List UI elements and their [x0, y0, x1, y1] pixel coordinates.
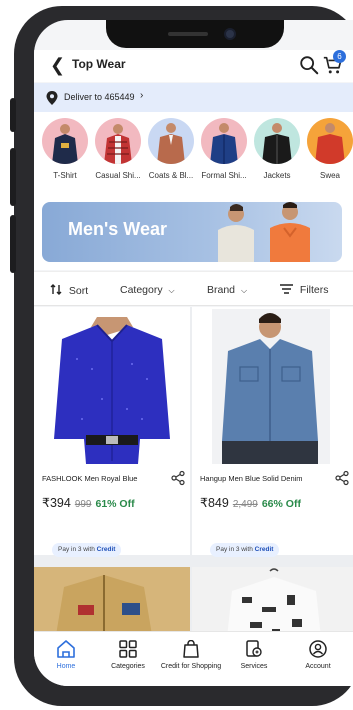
- sort-icon: [50, 284, 62, 295]
- product-image: [192, 567, 353, 637]
- cart-count-badge: 6: [333, 50, 346, 63]
- delivery-location-bar[interactable]: Deliver to 465449 ›: [34, 83, 353, 112]
- category-strip: T-Shirt Casual Shi... Coats & Bl... Form…: [34, 112, 353, 190]
- services-icon: [246, 640, 262, 657]
- product-grid: FASHLOOK Men Royal Blue ₹394 999 61% Off P…: [34, 307, 353, 637]
- category-image: [307, 118, 353, 164]
- nav-item-categories[interactable]: Categories: [96, 640, 160, 670]
- product-price-row: ₹394 999 61% Off: [42, 494, 135, 512]
- product-image: [212, 309, 330, 464]
- credit-brand: Credit: [254, 546, 274, 553]
- app-header: ❮ Top Wear 6: [34, 50, 353, 82]
- category-item-jackets[interactable]: Jackets: [250, 118, 304, 180]
- category-label: Coats & Bl...: [148, 171, 194, 180]
- original-price: 2,499: [232, 499, 258, 510]
- sort-label: Sort: [68, 285, 89, 297]
- mens-wear-banner[interactable]: Men's Wear: [42, 202, 342, 262]
- pay-later-text: Pay in 3 with: [216, 546, 253, 553]
- page-title: Top Wear: [72, 57, 126, 71]
- banner-models-image: [218, 202, 310, 262]
- category-image: [254, 118, 300, 164]
- category-filter-label: Category: [120, 284, 163, 296]
- nav-item-services[interactable]: Services: [222, 640, 286, 670]
- product-name: FASHLOOK Men Royal Blue: [42, 474, 138, 483]
- notch: [106, 20, 284, 48]
- account-icon: [309, 640, 327, 658]
- category-label: Swea: [319, 171, 340, 180]
- selling-price: ₹849: [200, 496, 229, 510]
- side-button: [10, 148, 16, 206]
- pay-later-badge[interactable]: Pay in 3 with Credit: [52, 543, 122, 557]
- category-image: [42, 118, 88, 164]
- search-icon[interactable]: [298, 54, 320, 76]
- pay-later-badge[interactable]: Pay in 3 with Credit: [210, 543, 280, 557]
- categories-icon: [119, 640, 137, 658]
- chevron-down-icon: ⌵: [168, 286, 175, 295]
- home-icon: [57, 640, 75, 658]
- product-card[interactable]: FASHLOOK Men Royal Blue ₹394 999 61% Off P…: [34, 307, 190, 557]
- product-card[interactable]: [192, 567, 353, 637]
- product-image: [42, 309, 182, 464]
- category-item-tshirt[interactable]: T-Shirt: [38, 118, 92, 180]
- filter-bar: Sort Category ⌵ Brand ⌵ Filters: [34, 271, 353, 306]
- nav-label: Credit for Shopping: [160, 663, 222, 670]
- category-label: T-Shirt: [53, 171, 77, 180]
- category-image: [95, 118, 141, 164]
- category-label: Formal Shi...: [201, 171, 247, 180]
- category-label: Jackets: [263, 171, 291, 180]
- banner-title: Men's Wear: [68, 219, 167, 239]
- nav-item-account[interactable]: Account: [286, 640, 350, 670]
- banner-section: Men's Wear: [34, 190, 353, 270]
- filters-button[interactable]: Filters: [280, 284, 329, 296]
- side-button: [10, 215, 16, 273]
- share-icon[interactable]: [170, 470, 186, 486]
- chevron-right-icon: ›: [140, 90, 144, 101]
- nav-item-home[interactable]: Home: [34, 640, 98, 670]
- bottom-navigation: Home Categories Credit for Shopping Serv…: [34, 631, 353, 686]
- brand-filter-dropdown[interactable]: Brand ⌵: [207, 284, 247, 296]
- discount-percent: 61% Off: [95, 498, 135, 510]
- selling-price: ₹394: [42, 496, 71, 510]
- brand-filter-label: Brand: [207, 284, 236, 296]
- nav-label: Home: [56, 663, 76, 670]
- category-item-sweatshirts[interactable]: Swea: [303, 118, 353, 180]
- original-price: 999: [74, 499, 92, 510]
- product-name: Hangup Men Blue Solid Denim: [200, 474, 303, 483]
- nav-label: Services: [240, 663, 268, 670]
- filter-icon: [280, 284, 293, 294]
- product-price-row: ₹849 2,499 66% Off: [200, 494, 301, 512]
- product-card[interactable]: Hangup Men Blue Solid Denim ₹849 2,499 66%…: [192, 307, 353, 557]
- chevron-down-icon: ⌵: [240, 286, 248, 295]
- nav-label: Categories: [111, 663, 145, 670]
- share-icon[interactable]: [334, 470, 350, 486]
- back-arrow-icon[interactable]: ❮: [50, 54, 70, 76]
- product-card[interactable]: [34, 567, 190, 637]
- category-image: [148, 118, 194, 164]
- category-label: Casual Shi...: [95, 171, 141, 180]
- product-image: [34, 567, 190, 637]
- pay-later-text: Pay in 3 with: [58, 546, 95, 553]
- credit-brand: Credit: [96, 546, 116, 553]
- delivery-text: Deliver to 465449: [64, 92, 135, 102]
- nav-item-credit-shopping[interactable]: Credit for Shopping: [158, 640, 224, 670]
- location-pin-icon: [46, 91, 58, 105]
- app-screen: ❮ Top Wear 6 Deliver to 465449 › T-Shirt: [34, 20, 353, 686]
- side-button: [10, 98, 16, 132]
- discount-percent: 66% Off: [261, 498, 301, 510]
- category-item-casual-shirts[interactable]: Casual Shi...: [91, 118, 145, 180]
- shopping-bag-icon: [183, 640, 199, 658]
- category-item-coats[interactable]: Coats & Bl...: [144, 118, 198, 180]
- category-filter-dropdown[interactable]: Category ⌵: [120, 284, 175, 296]
- category-item-formal-shirts[interactable]: Formal Shi...: [197, 118, 251, 180]
- sort-button[interactable]: Sort: [50, 284, 88, 297]
- category-image: [201, 118, 247, 164]
- filters-label: Filters: [299, 284, 329, 296]
- nav-label: Account: [305, 663, 331, 670]
